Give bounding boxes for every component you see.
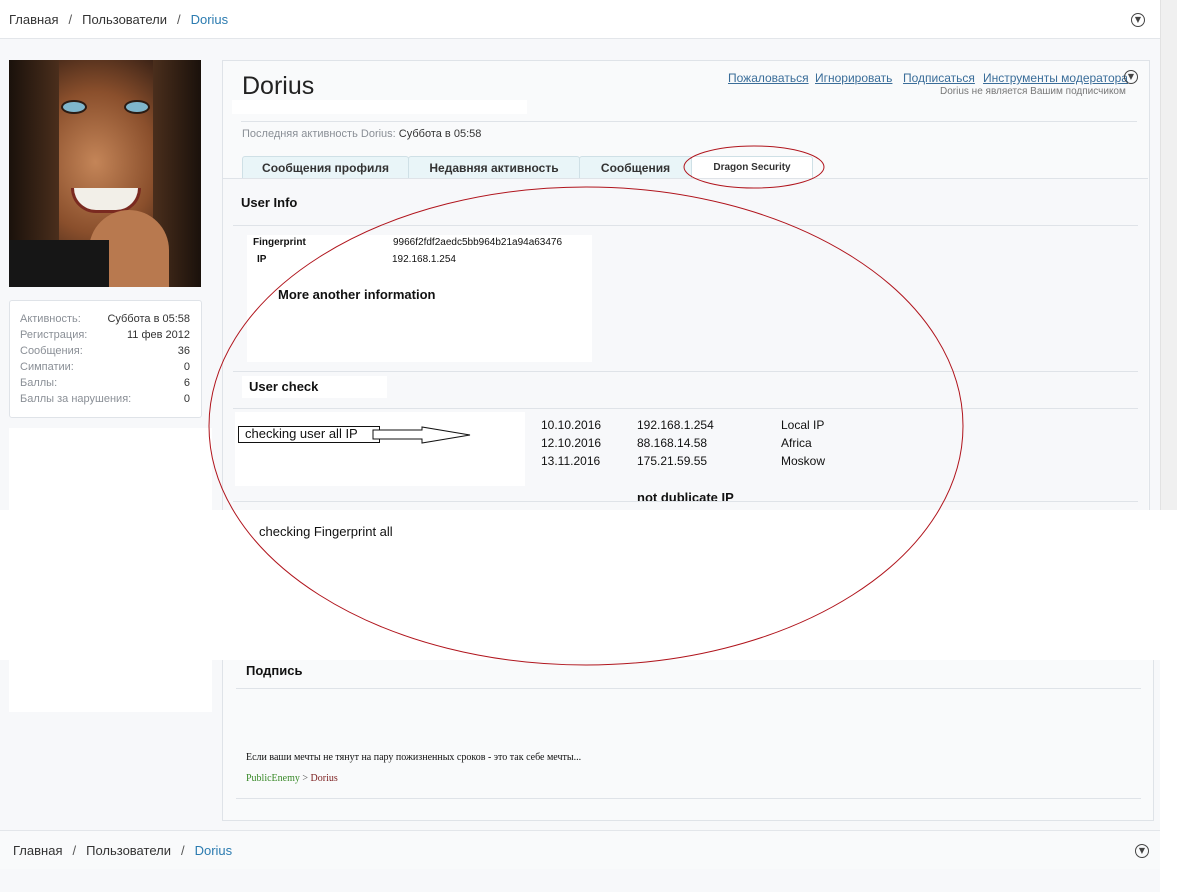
more-info-text: More another information bbox=[278, 287, 436, 302]
stat-row: Симпатии: 0 bbox=[20, 361, 190, 377]
ip-history-date: 13.11.2016 bbox=[541, 454, 601, 468]
divider bbox=[236, 688, 1141, 689]
follow-link[interactable]: Подписаться bbox=[903, 71, 975, 85]
breadcrumb: Главная / Пользователи / Dorius bbox=[13, 843, 232, 858]
stat-row: Баллы за нарушения: 0 bbox=[20, 393, 190, 409]
stat-row: Сообщения: 36 bbox=[20, 345, 190, 361]
breadcrumb-separator: / bbox=[68, 12, 73, 27]
check-fingerprint-all-text: checking Fingerprint all bbox=[259, 524, 393, 539]
report-link[interactable]: Пожаловаться bbox=[728, 71, 809, 85]
breadcrumb-current[interactable]: Dorius bbox=[195, 843, 233, 858]
signature-link-separator: > bbox=[299, 773, 311, 784]
user-stats-card: Активность: Суббота в 05:58 Регистрация: 1… bbox=[9, 300, 202, 418]
ignore-link[interactable]: Игнорировать bbox=[815, 71, 892, 85]
sidebar-blank bbox=[9, 660, 212, 712]
breadcrumb-home[interactable]: Главная bbox=[9, 12, 58, 27]
follow-status-note: Dorius не является Вашим подписчиком bbox=[940, 86, 1126, 97]
divider bbox=[233, 408, 1138, 409]
breadcrumb: Главная / Пользователи / Dorius bbox=[9, 12, 228, 27]
top-breadcrumb-bar: Главная / Пользователи / Dorius ▼ bbox=[0, 0, 1160, 39]
stat-value: Суббота в 05:58 bbox=[107, 313, 190, 325]
tab-recent-activity[interactable]: Недавняя активность bbox=[408, 156, 580, 179]
stat-row: Регистрация: 11 фев 2012 bbox=[20, 329, 190, 345]
ip-label: IP bbox=[257, 254, 267, 265]
stat-label: Симпатии: bbox=[20, 361, 74, 373]
avatar-eye bbox=[124, 100, 150, 114]
fingerprint-label: Fingerprint bbox=[253, 237, 306, 248]
tab-messages[interactable]: Сообщения bbox=[579, 156, 692, 179]
blank-band bbox=[0, 510, 1188, 660]
redaction-strip bbox=[232, 100, 527, 114]
avatar-glove bbox=[9, 240, 109, 287]
ip-history-location: Africa bbox=[781, 436, 812, 450]
signature-title: Подпись bbox=[246, 663, 303, 678]
scrollbar[interactable] bbox=[1160, 0, 1188, 892]
divider bbox=[241, 121, 1137, 122]
scrollbar-track[interactable] bbox=[1160, 0, 1177, 510]
chevron-down-circle-icon[interactable]: ▼ bbox=[1131, 13, 1145, 27]
check-all-ip-button[interactable]: checking user all IP bbox=[238, 426, 380, 443]
breadcrumb-separator: / bbox=[180, 843, 185, 858]
sidebar-blank bbox=[9, 428, 212, 510]
divider bbox=[233, 225, 1138, 226]
signature-link-publicenemy[interactable]: PublicEnemy bbox=[246, 773, 300, 784]
not-duplicate-ip-note: not dublicate IP bbox=[637, 490, 734, 505]
user-info-title: User Info bbox=[241, 195, 298, 210]
stat-value: 0 bbox=[183, 361, 190, 373]
breadcrumb-separator: / bbox=[72, 843, 77, 858]
ip-history-ip: 175.21.59.55 bbox=[637, 454, 708, 468]
last-activity-label: Последняя активность Dorius: bbox=[242, 128, 396, 140]
tab-divider bbox=[222, 178, 1148, 179]
breadcrumb-users[interactable]: Пользователи bbox=[86, 843, 171, 858]
stat-row: Баллы: 6 bbox=[20, 377, 190, 393]
ip-history-ip: 88.168.14.58 bbox=[637, 436, 708, 450]
avatar[interactable] bbox=[9, 60, 201, 287]
divider bbox=[233, 501, 1138, 502]
divider bbox=[233, 371, 1138, 372]
breadcrumb-separator: / bbox=[176, 12, 181, 27]
signature-link-dorius[interactable]: Dorius bbox=[311, 773, 338, 784]
breadcrumb-current[interactable]: Dorius bbox=[191, 12, 229, 27]
signature-links: PublicEnemy > Dorius bbox=[246, 773, 338, 784]
last-activity: Последняя активность Dorius: Суббота в 0… bbox=[242, 128, 481, 140]
moderator-tools-link[interactable]: Инструменты модератора bbox=[983, 71, 1128, 85]
signature-panel bbox=[222, 660, 1154, 821]
stat-label: Активность: bbox=[20, 313, 81, 325]
fingerprint-value: 9966f2fdf2aedc5bb964b21a94a63476 bbox=[393, 237, 563, 248]
tab-profile-posts[interactable]: Сообщения профиля bbox=[242, 156, 409, 179]
stat-value: 6 bbox=[183, 377, 190, 389]
user-check-title: User check bbox=[249, 379, 319, 394]
last-activity-value: Суббота в 05:58 bbox=[398, 128, 482, 140]
bottom-breadcrumb-bar: Главная / Пользователи / Dorius ▼ bbox=[0, 830, 1160, 869]
breadcrumb-home[interactable]: Главная bbox=[13, 843, 62, 858]
ip-history-ip: 192.168.1.254 bbox=[637, 418, 714, 432]
ip-history-date: 10.10.2016 bbox=[541, 418, 602, 432]
chevron-down-circle-icon[interactable]: ▼ bbox=[1124, 70, 1138, 84]
chevron-down-circle-icon[interactable]: ▼ bbox=[1135, 844, 1149, 858]
stat-value: 0 bbox=[183, 393, 190, 405]
ip-history-location: Local IP bbox=[781, 418, 825, 432]
tab-dragon-security[interactable]: Dragon Security bbox=[691, 156, 813, 179]
stat-value: 11 фев 2012 bbox=[126, 329, 190, 341]
profile-username: Dorius bbox=[242, 72, 315, 100]
avatar-eye bbox=[61, 100, 87, 114]
stat-label: Сообщения: bbox=[20, 345, 83, 357]
signature-text: Если ваши мечты не тянут на пару пожизне… bbox=[246, 752, 582, 763]
divider bbox=[236, 798, 1141, 799]
stat-label: Баллы за нарушения: bbox=[20, 393, 132, 405]
stat-row: Активность: Суббота в 05:58 bbox=[20, 313, 190, 329]
ip-history-location: Moskow bbox=[781, 454, 826, 468]
stat-label: Баллы: bbox=[20, 377, 58, 389]
stat-label: Регистрация: bbox=[20, 329, 88, 341]
ip-value: 192.168.1.254 bbox=[392, 254, 456, 265]
check-block bbox=[235, 412, 525, 486]
stat-value[interactable]: 36 bbox=[178, 345, 190, 357]
ip-history-date: 12.10.2016 bbox=[541, 436, 602, 450]
breadcrumb-users[interactable]: Пользователи bbox=[82, 12, 167, 27]
